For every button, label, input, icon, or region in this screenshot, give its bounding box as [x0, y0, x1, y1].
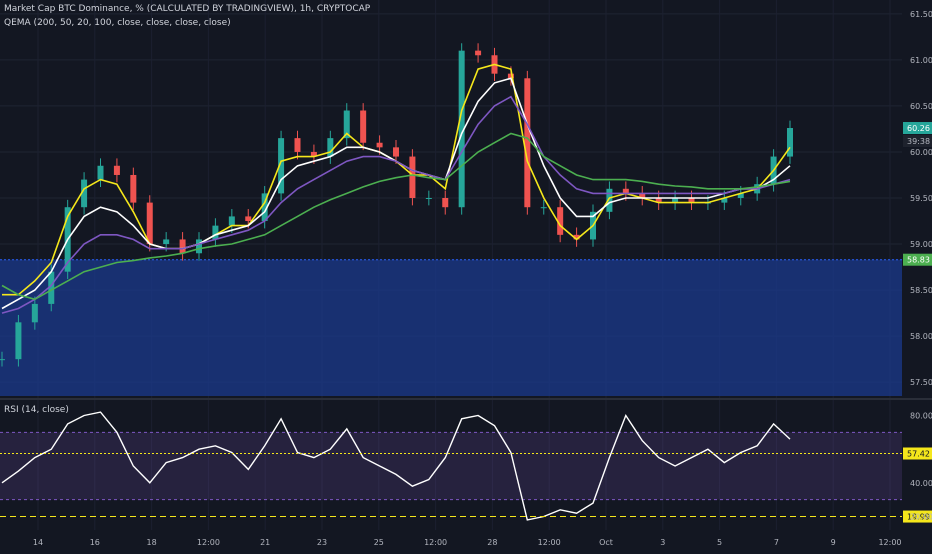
countdown-label: 39:38	[907, 137, 930, 146]
rsi-label: RSI (14, close)	[4, 405, 69, 415]
candle-body	[245, 216, 252, 222]
candle-body	[31, 303, 38, 323]
y-tick-label: 58.00	[910, 332, 932, 341]
indicator-label: QEMA (200, 50, 20, 100, close, close, cl…	[4, 18, 231, 28]
rsi-current-label: 57.42	[907, 450, 930, 459]
x-tick-label: 9	[831, 538, 836, 547]
x-tick-label: 18	[147, 538, 157, 547]
candle-body	[393, 147, 399, 157]
x-tick-label: 12:00	[878, 538, 901, 547]
last-price-label: 60.26	[907, 124, 930, 133]
x-tick-label: 12:00	[197, 538, 220, 547]
x-tick-label: 21	[260, 538, 270, 547]
candle-body	[524, 78, 531, 208]
candle-body	[327, 138, 334, 157]
candle-body	[540, 207, 547, 209]
candle-body	[15, 322, 22, 360]
candle-body	[409, 156, 416, 198]
candle-body	[360, 110, 367, 143]
x-tick-label: 16	[90, 538, 100, 547]
candle-body	[376, 142, 383, 148]
x-tick-label: 3	[660, 538, 665, 547]
candle-body	[179, 239, 186, 254]
candle-body	[0, 359, 5, 361]
candle-body	[442, 198, 449, 208]
candle-body	[113, 165, 120, 175]
x-tick-label: 23	[317, 538, 327, 547]
x-tick-label: 7	[774, 538, 779, 547]
candle-body	[130, 174, 137, 203]
y-tick-label: 61.50	[910, 10, 932, 19]
x-tick-label: 25	[374, 538, 384, 547]
x-tick-label: 5	[717, 538, 722, 547]
candle-body	[163, 239, 170, 245]
chart-svg: 57.50 58.00 58.50 59.00 59.50 60.00 60.50 61.00…	[0, 0, 932, 550]
x-tick-label: Oct	[599, 538, 613, 547]
y-tick-label: 58.50	[910, 286, 932, 295]
x-tick-label: 12:00	[538, 538, 561, 547]
level-label: 58.83	[907, 256, 930, 265]
level-zone	[0, 259, 902, 396]
y-tick-label: 59.00	[910, 240, 932, 249]
x-tick-label: 28	[487, 538, 497, 547]
rsi-y-tick-label: 20.00	[910, 513, 932, 522]
candle-body	[425, 198, 432, 199]
y-tick-label: 59.50	[910, 194, 932, 203]
candle-body	[146, 202, 153, 245]
candle-body	[294, 138, 301, 152]
y-tick-label: 57.50	[910, 378, 932, 387]
candle-body	[475, 50, 482, 56]
candle-body	[196, 239, 202, 254]
candle-body	[228, 216, 235, 226]
y-tick-label: 60.00	[910, 148, 932, 157]
chart-area[interactable]: 57.50 58.00 58.50 59.00 59.50 60.00 60.50 61.00…	[0, 0, 932, 550]
candle-body	[212, 225, 219, 240]
y-tick-label: 61.00	[910, 56, 932, 65]
rsi-y-tick-label: 40.00	[910, 479, 932, 488]
x-tick-label: 14	[33, 538, 43, 547]
x-tick-label: 12:00	[424, 538, 447, 547]
y-tick-label: 60.50	[910, 102, 932, 111]
chart-title: Market Cap BTC Dominance, % (CALCULATED …	[4, 4, 371, 14]
candle-body	[97, 165, 104, 180]
candle-body	[787, 128, 793, 157]
rsi-y-tick-label: 80.00	[910, 411, 932, 420]
